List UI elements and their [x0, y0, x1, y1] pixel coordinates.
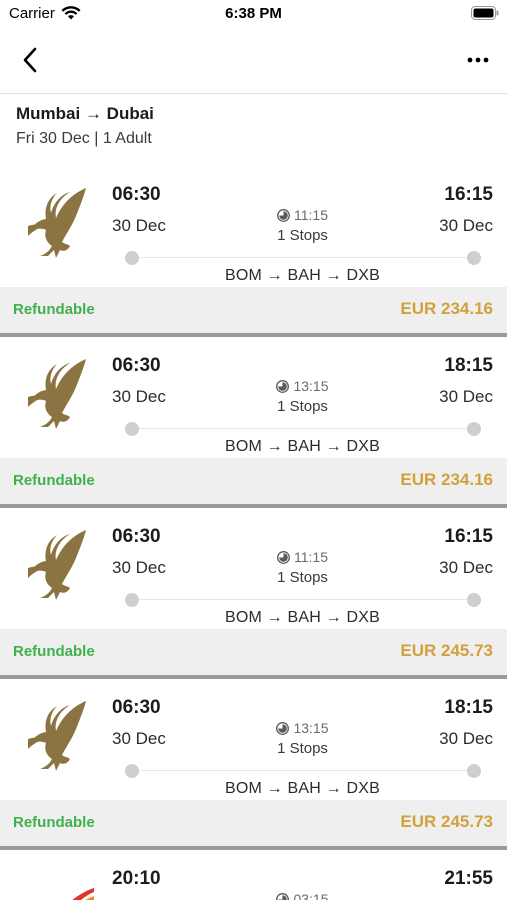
clock-time: 6:38 PM [225, 5, 282, 22]
flight-duration: 11:15 [200, 549, 405, 565]
route-path: BOM → BAH → DXB [224, 438, 381, 455]
departure-time: 06:30 [112, 184, 161, 205]
arrival-time: 18:15 [444, 355, 493, 376]
ellipsis-icon [467, 57, 489, 63]
route-path: BOM → BAH → DXB [224, 780, 381, 797]
flight-duration: 11:15 [200, 207, 405, 223]
departure-date: 30 Dec [112, 558, 166, 577]
card-footer: Refundable EUR 245.73 [0, 800, 507, 846]
flight-duration: 13:15 [200, 378, 405, 394]
flight-card[interactable]: 20:10 21:55 03:15 [0, 850, 507, 900]
swoosh-airline-logo-icon [72, 888, 94, 900]
back-button[interactable] [14, 42, 46, 78]
clock-icon [277, 208, 290, 222]
flight-duration: 03:15 [200, 891, 405, 900]
trip-route: Mumbai → Dubai [16, 104, 154, 123]
refundable-label: Refundable [13, 643, 95, 660]
route-line [132, 770, 474, 771]
stops-count: 1 Stops [277, 740, 328, 757]
route-path: BOM → BAH → DXB [224, 609, 381, 626]
origin-dot [125, 422, 139, 436]
route-path: BOM → BAH → DXB [224, 267, 381, 284]
clock-icon [276, 721, 290, 735]
falcon-airline-logo-icon [28, 359, 86, 429]
departure-date: 30 Dec [112, 729, 166, 748]
refundable-label: Refundable [13, 472, 95, 489]
refundable-label: Refundable [13, 814, 95, 831]
card-footer: Refundable EUR 245.73 [0, 629, 507, 675]
clock-icon [276, 379, 290, 393]
clock-icon [277, 550, 290, 564]
departure-date: 30 Dec [112, 387, 166, 406]
card-footer: Refundable EUR 234.16 [0, 458, 507, 504]
destination-dot [467, 764, 481, 778]
duration-text: 13:15 [293, 720, 329, 736]
departure-date: 30 Dec [112, 216, 166, 235]
route-line [132, 599, 474, 600]
falcon-airline-logo-icon [28, 188, 86, 258]
arrival-date: 30 Dec [439, 729, 493, 748]
departure-time: 20:10 [112, 868, 161, 889]
battery-icon [471, 6, 499, 20]
destination-dot [467, 422, 481, 436]
destination-dot [467, 593, 481, 607]
price-label: EUR 234.16 [400, 470, 493, 489]
arrival-date: 30 Dec [439, 387, 493, 406]
price-label: EUR 234.16 [400, 299, 493, 318]
status-bar: Carrier 6:38 PM [0, 0, 507, 30]
clock-icon [276, 892, 290, 900]
falcon-airline-logo-icon [28, 530, 86, 600]
flight-card[interactable]: 06:30 30 Dec 16:15 30 Dec 11:15 1 Stops … [0, 508, 507, 679]
flight-card[interactable]: 06:30 30 Dec 16:15 30 Dec 11:15 1 Stops … [0, 166, 507, 337]
arrival-time: 16:15 [444, 184, 493, 205]
falcon-airline-logo-icon [28, 701, 86, 771]
departure-time: 06:30 [112, 355, 161, 376]
departure-time: 06:30 [112, 526, 161, 547]
origin-dot [125, 593, 139, 607]
arrival-time: 21:55 [444, 868, 493, 889]
refundable-label: Refundable [13, 301, 95, 318]
route-line [132, 257, 474, 258]
flight-duration: 13:15 [200, 720, 405, 736]
arrival-time: 18:15 [444, 697, 493, 718]
duration-text: 13:15 [293, 378, 329, 394]
more-options-button[interactable] [460, 48, 496, 72]
arrival-date: 30 Dec [439, 558, 493, 577]
stops-count: 1 Stops [277, 569, 328, 586]
stops-count: 1 Stops [277, 227, 328, 244]
flight-card[interactable]: 06:30 30 Dec 18:15 30 Dec 13:15 1 Stops … [0, 337, 507, 508]
duration-text: 11:15 [294, 207, 328, 223]
price-label: EUR 245.73 [400, 812, 493, 831]
stops-count: 1 Stops [277, 398, 328, 415]
card-footer: Refundable EUR 234.16 [0, 287, 507, 333]
duration-text: 03:15 [293, 891, 329, 900]
navigation-bar [0, 30, 507, 94]
flight-card[interactable]: 06:30 30 Dec 18:15 30 Dec 13:15 1 Stops … [0, 679, 507, 850]
origin-dot [125, 764, 139, 778]
departure-time: 06:30 [112, 697, 161, 718]
flight-results-list: 06:30 30 Dec 16:15 30 Dec 11:15 1 Stops … [0, 166, 507, 900]
arrival-date: 30 Dec [439, 216, 493, 235]
duration-text: 11:15 [294, 549, 328, 565]
trip-details: Fri 30 Dec | 1 Adult [16, 130, 152, 147]
route-line [132, 428, 474, 429]
destination-dot [467, 251, 481, 265]
chevron-left-icon [23, 47, 37, 73]
price-label: EUR 245.73 [400, 641, 493, 660]
origin-dot [125, 251, 139, 265]
arrival-time: 16:15 [444, 526, 493, 547]
